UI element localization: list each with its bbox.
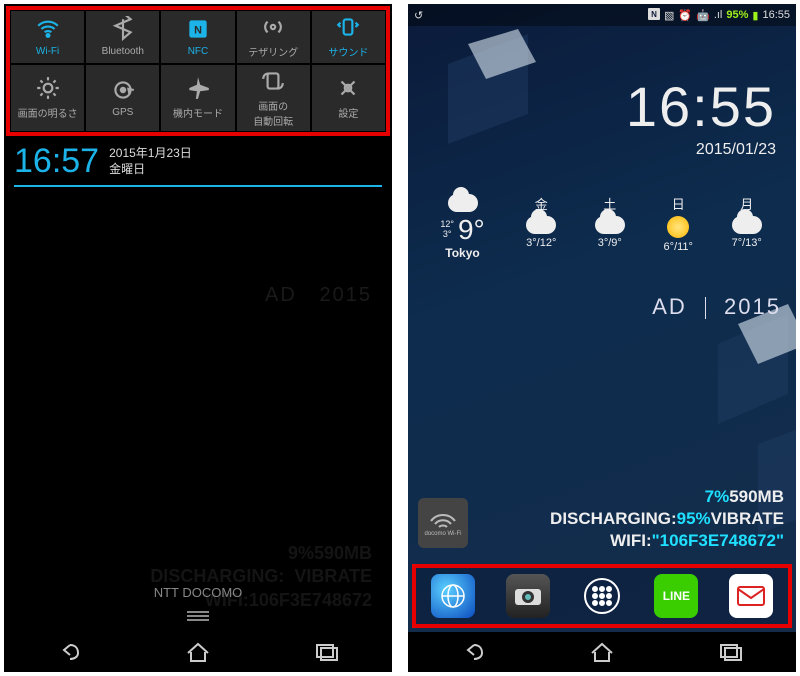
current-temp: 9° xyxy=(458,214,485,246)
status-battery-pct: 95% xyxy=(726,9,748,21)
sun-icon xyxy=(667,216,689,238)
stats-widget[interactable]: 7%590MB DISCHARGING:95%VIBRATE WIFI:"106… xyxy=(478,486,784,552)
tethering-icon xyxy=(260,14,286,40)
weather-widget[interactable]: 12° 3° 9° Tokyo 金 3°/12° 土 3°/9° 日 6°/11… xyxy=(418,194,781,260)
status-vibrate-icon: ▧ xyxy=(664,9,674,22)
cloud-icon xyxy=(526,216,556,234)
calendar-widget[interactable]: AD 2015 xyxy=(652,294,781,320)
dim-stats: 9%590MB DISCHARGING: VIBRATE WIFI:106F3E… xyxy=(34,542,372,612)
toggle-nfc[interactable]: N NFC xyxy=(160,10,235,64)
status-time: 16:55 xyxy=(762,9,790,21)
separator xyxy=(14,185,382,187)
nav-recent[interactable] xyxy=(701,638,761,666)
status-battery-icon: ▮ xyxy=(752,9,758,22)
toggle-label: Wi-Fi xyxy=(36,46,59,57)
notification-clock: 16:57 2015年1月23日 金曜日 xyxy=(4,138,392,185)
dock-highlight: LINE xyxy=(412,564,792,628)
brightness-icon xyxy=(35,75,61,101)
wifi-icon xyxy=(429,509,457,531)
toggle-sound[interactable]: サウンド xyxy=(311,10,386,64)
toggle-label: GPS xyxy=(112,107,133,118)
dock-line[interactable]: LINE xyxy=(654,574,698,618)
weather-now: 12° 3° 9° Tokyo xyxy=(418,194,507,260)
time-text: 16:57 xyxy=(14,142,99,181)
dock-apps[interactable] xyxy=(580,574,624,618)
autorotate-icon xyxy=(260,68,286,94)
cloud-icon xyxy=(732,216,762,234)
forecast-day-1: 土 3°/9° xyxy=(576,194,644,260)
toggle-label: Bluetooth xyxy=(102,46,144,57)
dock-browser[interactable] xyxy=(431,574,475,618)
nav-back[interactable] xyxy=(443,638,503,666)
mail-icon xyxy=(736,585,766,607)
nav-recent[interactable] xyxy=(297,638,357,666)
sound-icon xyxy=(335,14,361,40)
clock-time: 16:55 xyxy=(408,74,776,139)
date-text: 2015年1月23日 金曜日 xyxy=(109,146,192,177)
toggle-settings[interactable]: 設定 xyxy=(311,64,386,133)
apps-icon xyxy=(582,576,622,616)
nav-home[interactable] xyxy=(572,638,632,666)
airplane-icon xyxy=(185,75,211,101)
toggle-brightness[interactable]: 画面の明るさ xyxy=(10,64,85,133)
dock-mail[interactable] xyxy=(729,574,773,618)
svg-text:N: N xyxy=(651,10,657,19)
status-signal-icon: .ıl xyxy=(714,9,723,21)
forecast-day-0: 金 3°/12° xyxy=(507,194,575,260)
svg-text:N: N xyxy=(194,25,202,37)
status-nfc-icon: N xyxy=(648,8,660,23)
globe-icon xyxy=(439,582,467,610)
toggle-bluetooth[interactable]: Bluetooth xyxy=(85,10,160,64)
bluetooth-icon xyxy=(110,16,136,42)
forecast-day-2: 日 6°/11° xyxy=(644,194,712,260)
carrier-label: NTT DOCOMO xyxy=(4,585,392,600)
toggle-label: NFC xyxy=(188,46,209,57)
nav-bar xyxy=(408,632,796,672)
city-label: Tokyo xyxy=(418,246,507,260)
phone-left: Wi-Fi Bluetooth N NFC テザリング xyxy=(4,4,392,672)
forecast-day-3: 月 7°/13° xyxy=(712,194,780,260)
toggle-label: 設定 xyxy=(338,105,358,120)
status-bar: ↺ N ▧ ⏰ 🤖 .ıl 95% ▮ 16:55 xyxy=(408,4,796,26)
cloud-icon xyxy=(595,216,625,234)
toggle-label: 機内モード xyxy=(173,105,223,120)
status-back-icon[interactable]: ↺ xyxy=(414,9,423,22)
nav-home[interactable] xyxy=(168,638,228,666)
clock-date: 2015/01/23 xyxy=(408,141,776,159)
gps-icon xyxy=(110,77,136,103)
nav-bar xyxy=(4,632,392,672)
status-android-icon: 🤖 xyxy=(696,9,710,22)
wifi-icon xyxy=(35,16,61,42)
toggle-tethering[interactable]: テザリング xyxy=(236,10,311,64)
toggle-wifi[interactable]: Wi-Fi xyxy=(10,10,85,64)
toggle-label: 画面の 自動回転 xyxy=(253,98,293,128)
line-icon: LINE xyxy=(663,589,690,603)
toggle-label: 画面の明るさ xyxy=(18,105,78,120)
cloud-icon xyxy=(448,194,478,212)
settings-icon xyxy=(335,75,361,101)
nfc-icon: N xyxy=(185,16,211,42)
quick-settings-grid: Wi-Fi Bluetooth N NFC テザリング xyxy=(10,10,386,132)
camera-icon xyxy=(513,585,543,607)
toggle-label: テザリング xyxy=(248,44,298,59)
phone-right: ↺ N ▧ ⏰ 🤖 .ıl 95% ▮ 16:55 16:55 2015/01/… xyxy=(408,4,796,672)
toggle-autorotate[interactable]: 画面の 自動回転 xyxy=(236,64,311,133)
quick-settings-highlight: Wi-Fi Bluetooth N NFC テザリング xyxy=(6,6,390,136)
toggle-label: サウンド xyxy=(328,44,368,59)
docomo-wifi-app[interactable]: docomo Wi-Fi xyxy=(418,498,468,548)
drag-handle-icon[interactable] xyxy=(183,609,213,628)
toggle-airplane[interactable]: 機内モード xyxy=(160,64,235,133)
nav-back[interactable] xyxy=(39,638,99,666)
status-alarm-icon: ⏰ xyxy=(678,9,692,22)
dock-camera[interactable] xyxy=(506,574,550,618)
toggle-gps[interactable]: GPS xyxy=(85,64,160,133)
clock-widget[interactable]: 16:55 2015/01/23 xyxy=(408,74,776,159)
